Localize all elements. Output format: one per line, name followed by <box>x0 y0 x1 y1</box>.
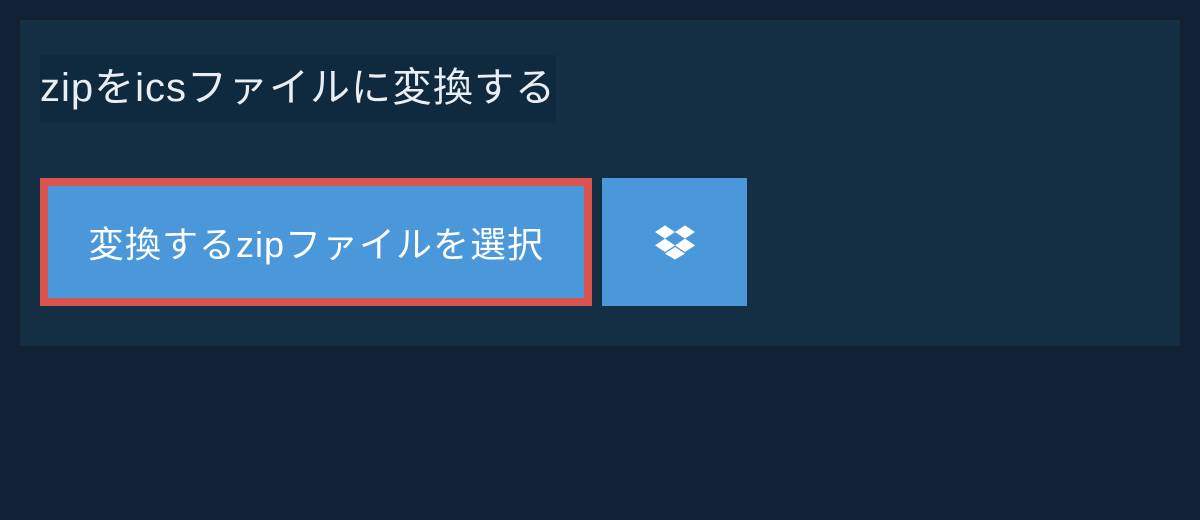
dropbox-icon <box>655 222 695 262</box>
page-title: zipをicsファイルに変換する <box>40 55 556 113</box>
select-file-label: 変換するzipファイルを選択 <box>88 216 544 268</box>
select-file-button[interactable]: 変換するzipファイルを選択 <box>40 178 592 306</box>
heading-wrapper: zipをicsファイルに変換する <box>40 55 556 123</box>
converter-panel: zipをicsファイルに変換する 変換するzipファイルを選択 <box>20 20 1180 346</box>
button-row: 変換するzipファイルを選択 <box>40 178 1160 306</box>
dropbox-button[interactable] <box>602 178 747 306</box>
